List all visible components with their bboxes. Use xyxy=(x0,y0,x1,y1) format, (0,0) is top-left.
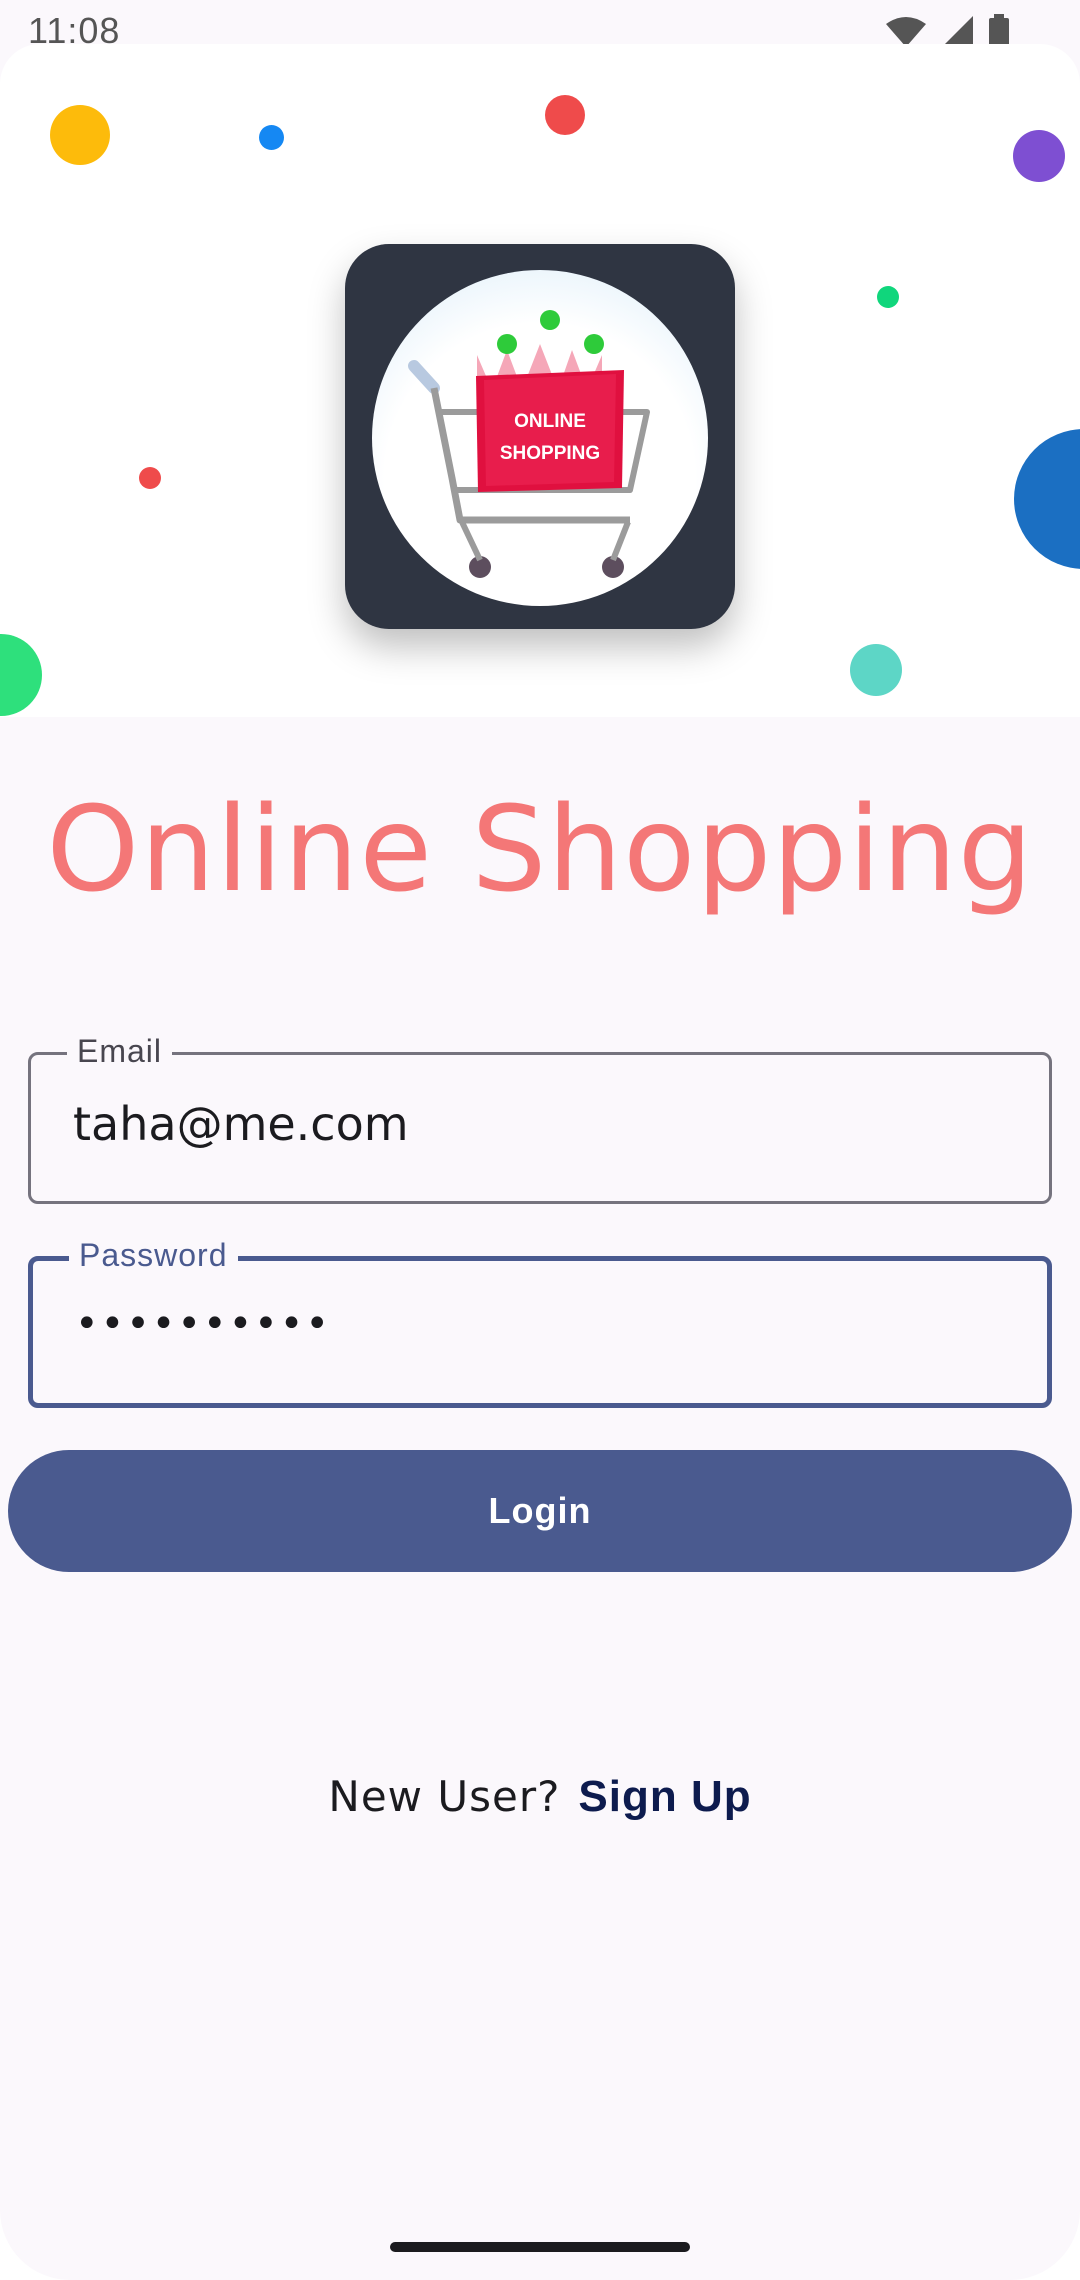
logo-circle: ONLINE SHOPPING xyxy=(372,270,708,606)
app-logo: ONLINE SHOPPING xyxy=(345,244,735,629)
header-banner: ONLINE SHOPPING xyxy=(0,44,1080,717)
decor-dot xyxy=(1013,130,1065,182)
login-button[interactable]: Login xyxy=(8,1450,1072,1572)
signup-row: New User? Sign Up xyxy=(0,1772,1080,1822)
login-screen: 11:08 ONLINE SHOPPING Online Shopping Em… xyxy=(0,0,1080,2280)
logo-line2: SHOPPING xyxy=(500,443,600,464)
decor-dot xyxy=(50,105,110,165)
decor-dot xyxy=(0,634,42,716)
email-label: Email xyxy=(67,1033,173,1070)
app-title: Online Shopping xyxy=(46,780,1034,918)
decor-dot xyxy=(259,125,284,150)
decor-dot xyxy=(1014,429,1080,569)
decor-dot xyxy=(877,286,899,308)
password-input[interactable] xyxy=(75,1301,1015,1347)
email-input[interactable] xyxy=(73,1097,1013,1151)
signup-link[interactable]: Sign Up xyxy=(578,1772,751,1822)
decor-dot xyxy=(139,467,161,489)
shopping-cart-icon: ONLINE SHOPPING xyxy=(408,310,650,578)
decor-dot xyxy=(545,95,585,135)
logo-line1: ONLINE xyxy=(514,411,586,432)
home-indicator[interactable] xyxy=(390,2242,690,2252)
password-label: Password xyxy=(69,1237,238,1274)
signup-prompt: New User? xyxy=(328,1772,561,1821)
password-field[interactable]: Password xyxy=(28,1237,1052,1408)
email-field[interactable]: Email xyxy=(28,1033,1052,1204)
decor-dot xyxy=(850,644,902,696)
